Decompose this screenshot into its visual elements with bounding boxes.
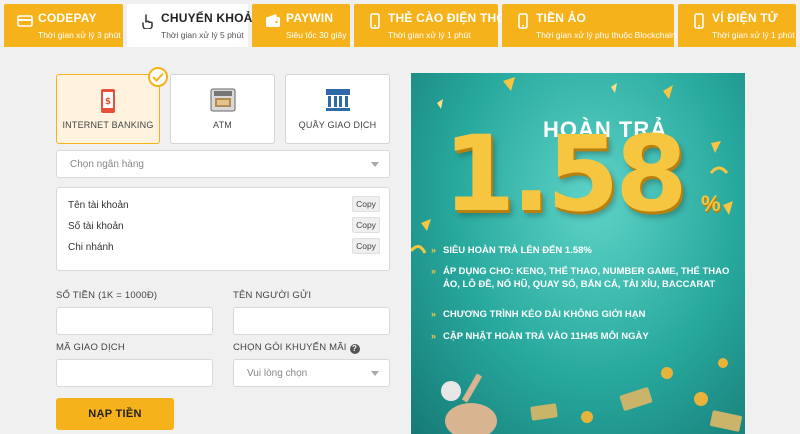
svg-text:$: $ [105,97,111,107]
tab-label: THẺ CÀO ĐIỆN THOẠI [388,11,519,25]
method-label: INTERNET BANKING [62,120,154,130]
banner-bullet-text: CẬP NHẬT HOÀN TRẢ VÀO 11H45 MỖI NGÀY [443,331,649,342]
banner-bullet: » CHƯƠNG TRÌNH KÉO DÀI KHÔNG GIỚI HẠN [431,308,731,321]
info-label: Chi nhánh [68,242,114,253]
bank-select-placeholder: Chọn ngân hàng [70,159,144,170]
banner-bullet-text: CHƯƠNG TRÌNH KÉO DÀI KHÔNG GIỚI HẠN [443,309,646,320]
tab-label: TIỀN ẢO [536,11,587,25]
tab-vi-dien-tu[interactable]: VÍ ĐIỆN TỬ Thời gian xử lý 1 phút [678,4,796,47]
tab-sublabel: Thời gian xử lý 1 phút [388,30,471,40]
wallet-icon [266,14,280,27]
selected-check-icon [148,67,168,87]
info-label: Số tài khoản [68,221,124,232]
account-info-box: Tên tài khoản Copy Số tài khoản Copy Chi… [56,187,390,271]
card-icon [17,15,33,27]
banner-bullet-text: ÁP DỤNG CHO: KENO, THỂ THAO, NUMBER GAME… [443,266,730,290]
method-counter[interactable]: QUẦY GIAO DỊCH [285,74,390,144]
copy-button[interactable]: Copy [352,238,380,254]
copy-button[interactable]: Copy [352,217,380,233]
help-icon[interactable]: ? [349,344,360,354]
promo-label: CHỌN GÓI KHUYẾN MÃI? [233,342,360,354]
amount-label: SỐ TIỀN (1K = 1000Đ) [56,290,158,301]
double-chevron-icon: » [431,245,437,255]
tab-label: VÍ ĐIỆN TỬ [712,11,778,25]
txn-input[interactable] [56,359,213,387]
info-row-branch: Chi nhánh Copy [68,238,380,256]
chevron-down-icon [371,371,379,376]
tab-sublabel: Thời gian xử lý 5 phút [161,30,244,40]
banner-bullet: » CẬP NHẬT HOÀN TRẢ VÀO 11H45 MỖI NGÀY [431,330,731,343]
banner-bullet: » SIÊU HOÀN TRẢ LÊN ĐẾN 1.58% [431,244,731,257]
double-chevron-icon: » [431,266,437,276]
sender-label: TÊN NGƯỜI GỬI [233,290,312,301]
txn-label: MÃ GIAO DỊCH [56,342,125,353]
tab-the-cao[interactable]: THẺ CÀO ĐIỆN THOẠI Thời gian xử lý 1 phú… [354,4,519,47]
tab-paywin[interactable]: PAYWIN Siêu tốc 30 giây [252,4,350,47]
method-label: ATM [213,120,232,130]
hand-tap-icon [142,14,153,29]
promo-select[interactable]: Vui lòng chọn [233,359,390,387]
promo-banner: HOÀN TRẢ 1.58 % » SIÊU HOÀN TRẢ LÊN ĐẾN 1… [411,73,745,434]
banner-bullet-text: SIÊU HOÀN TRẢ LÊN ĐẾN 1.58% [443,245,592,256]
phone-icon [694,13,704,29]
tab-chuyen-khoan[interactable]: CHUYỂN KHOẢN Thời gian xử lý 5 phút [127,4,262,47]
method-label: QUẦY GIAO DỊCH [298,120,377,130]
copy-button[interactable]: Copy [352,196,380,212]
atm-icon [210,88,235,112]
info-label: Tên tài khoản [68,200,129,211]
promo-select-placeholder: Vui lòng chọn [247,368,308,379]
banner-percent: % [701,191,721,216]
tab-label: CHUYỂN KHOẢN [161,11,262,25]
bank-icon [325,89,350,111]
info-row-account-number: Số tài khoản Copy [68,217,380,235]
bank-select[interactable]: Chọn ngân hàng [56,150,390,178]
info-row-account-name: Tên tài khoản Copy [68,196,380,214]
banner-bullet: » ÁP DỤNG CHO: KENO, THỂ THAO, NUMBER GAM… [431,265,731,291]
tab-label: PAYWIN [286,11,334,25]
phone-icon [518,13,528,29]
deposit-submit-button[interactable]: NẠP TIỀN [56,398,174,430]
promo-label-text: CHỌN GÓI KHUYẾN MÃI [233,342,347,353]
tab-label: CODEPAY [38,11,97,25]
double-chevron-icon: » [431,309,437,319]
phone-icon [370,13,380,29]
double-chevron-icon: » [431,331,437,341]
mobile-banking-icon: $ [101,89,115,113]
banner-big-number: 1.58 [443,113,688,235]
chevron-down-icon [371,162,379,167]
tab-tien-ao[interactable]: TIỀN ẢO Thời gian xử lý phụ thuộc Blockc… [502,4,676,47]
tab-codepay[interactable]: CODEPAY Thời gian xử lý 3 phút [4,4,123,47]
tab-sublabel: Thời gian xử lý phụ thuộc Blockchain [536,30,676,40]
amount-input[interactable] [56,307,213,335]
tab-sublabel: Thời gian xử lý 1 phút [712,30,795,40]
tab-sublabel: Thời gian xử lý 3 phút [38,30,121,40]
payment-tabs: CODEPAY Thời gian xử lý 3 phút CHUYỂN KH… [0,0,800,47]
tab-sublabel: Siêu tốc 30 giây [286,30,347,40]
method-internet-banking[interactable]: $ INTERNET BANKING [56,67,168,144]
sender-input[interactable] [233,307,390,335]
method-atm[interactable]: ATM [170,74,275,144]
